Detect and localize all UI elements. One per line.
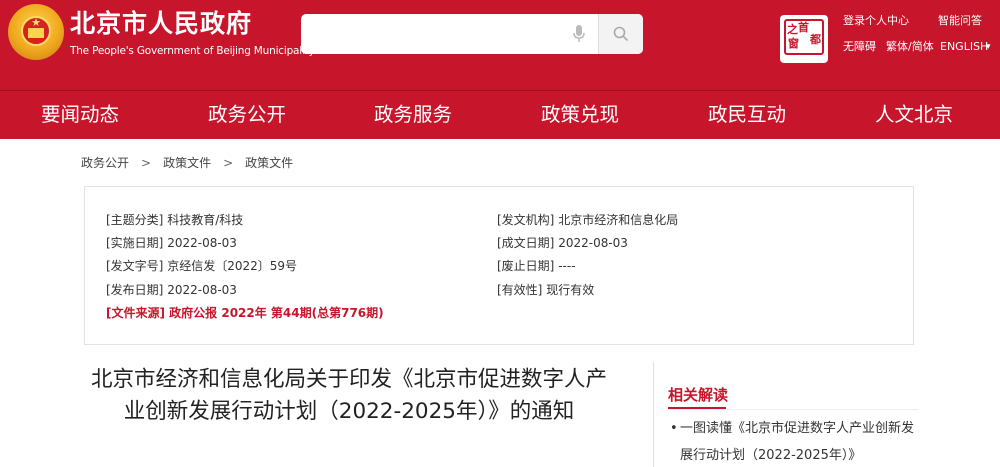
- meta-label: [有效性]: [497, 283, 543, 297]
- nav-item-interaction[interactable]: 政民互动: [687, 101, 807, 129]
- login-link[interactable]: 登录个人中心: [843, 14, 909, 28]
- smart-qa-link[interactable]: 智能问答: [938, 14, 982, 28]
- meta-doc-number: [发文字号] 京经信发〔2022〕59号: [106, 258, 297, 274]
- logo-char: 之: [787, 23, 798, 36]
- english-link[interactable]: ENGLISH: [940, 40, 988, 54]
- column-divider: [653, 362, 654, 467]
- meta-value: 2022-08-03: [167, 283, 237, 297]
- meta-label: [废止日期]: [497, 259, 555, 273]
- meta-value: 北京市经济和信息化局: [558, 213, 679, 227]
- breadcrumb-item[interactable]: 政务公开: [81, 155, 129, 171]
- search-button[interactable]: [598, 14, 643, 54]
- meta-value: 政府公报 2022年 第44期(总第776期): [169, 306, 384, 320]
- meta-validity: [有效性] 现行有效: [497, 282, 594, 298]
- site-header: ★ 北京市人民政府 The People's Government of Bei…: [0, 0, 1000, 139]
- emblem-star: ★: [31, 16, 41, 29]
- breadcrumb: 政务公开 > 政策文件 > 政策文件: [81, 155, 293, 171]
- meta-label: [主题分类]: [106, 213, 164, 227]
- nav-item-culture[interactable]: 人文北京: [854, 101, 974, 129]
- nav-item-policy[interactable]: 政策兑现: [520, 101, 640, 129]
- meta-label: [成文日期]: [497, 236, 555, 250]
- meta-publish-date: [发布日期] 2022-08-03: [106, 282, 237, 298]
- document-title: 北京市经济和信息化局关于印发《北京市促进数字人产业创新发展行动计划（2022-2…: [90, 367, 607, 424]
- meta-value: 现行有效: [546, 283, 595, 297]
- related-link[interactable]: • 一图读懂《北京市促进数字人产业创新发展行动计划（2022-2025年）》: [670, 415, 920, 467]
- meta-abolish-date: [废止日期] ----: [497, 258, 576, 274]
- meta-label: [实施日期]: [106, 236, 164, 250]
- chevron-down-icon[interactable]: ▾: [986, 42, 991, 52]
- related-link-text[interactable]: 一图读懂《北京市促进数字人产业创新发展行动计划（2022-2025年）》: [670, 415, 920, 467]
- meta-label: [文件来源]: [106, 306, 165, 320]
- document-meta-panel: [主题分类] 科技教育/科技 [实施日期] 2022-08-03 [发文字号] …: [84, 186, 914, 345]
- logo-char: 都: [810, 33, 821, 46]
- breadcrumb-item[interactable]: 政策文件: [245, 155, 293, 171]
- site-title[interactable]: 北京市人民政府: [70, 9, 252, 39]
- meta-label: [发文字号]: [106, 259, 164, 273]
- breadcrumb-item[interactable]: 政策文件: [163, 155, 211, 171]
- meta-label: [发文机构]: [497, 213, 555, 227]
- meta-value: ----: [558, 259, 576, 273]
- meta-label: [发布日期]: [106, 283, 164, 297]
- national-emblem-icon[interactable]: ★: [8, 4, 64, 60]
- meta-value: 2022-08-03: [167, 236, 237, 250]
- emblem-gate: [28, 28, 44, 38]
- logo-char: 窗: [788, 37, 799, 50]
- meta-value: 2022-08-03: [558, 236, 628, 250]
- accessibility-link[interactable]: 无障碍: [843, 40, 876, 54]
- nav-item-services[interactable]: 政务服务: [353, 101, 473, 129]
- breadcrumb-separator: >: [141, 156, 152, 170]
- bullet-icon: •: [670, 421, 678, 436]
- related-divider: [668, 409, 918, 410]
- trad-simp-link[interactable]: 繁体/简体: [886, 40, 934, 54]
- meta-value: 科技教育/科技: [167, 213, 244, 227]
- logo-char: 首: [798, 21, 809, 34]
- main-nav: 要闻动态 政务公开 政务服务 政策兑现 政民互动 人文北京: [0, 90, 1000, 139]
- nav-item-news[interactable]: 要闻动态: [20, 101, 140, 129]
- meta-issuer: [发文机构] 北京市经济和信息化局: [497, 212, 678, 228]
- search-input[interactable]: [301, 14, 561, 54]
- meta-written-date: [成文日期] 2022-08-03: [497, 235, 628, 251]
- nav-item-gov-affairs[interactable]: 政务公开: [187, 101, 307, 129]
- related-title: 相关解读: [668, 386, 729, 404]
- meta-value: 京经信发〔2022〕59号: [167, 259, 298, 273]
- meta-topic: [主题分类] 科技教育/科技: [106, 212, 243, 228]
- search-box: [301, 14, 643, 54]
- site-subtitle: The People's Government of Beijing Munic…: [70, 45, 315, 57]
- breadcrumb-separator: >: [223, 156, 234, 170]
- logo-caption: Beijing-China: [785, 55, 823, 61]
- microphone-icon[interactable]: [572, 25, 586, 43]
- search-icon: [613, 26, 629, 42]
- meta-source[interactable]: [文件来源] 政府公报 2022年 第44期(总第776期): [106, 305, 384, 321]
- meta-effective-date: [实施日期] 2022-08-03: [106, 235, 237, 251]
